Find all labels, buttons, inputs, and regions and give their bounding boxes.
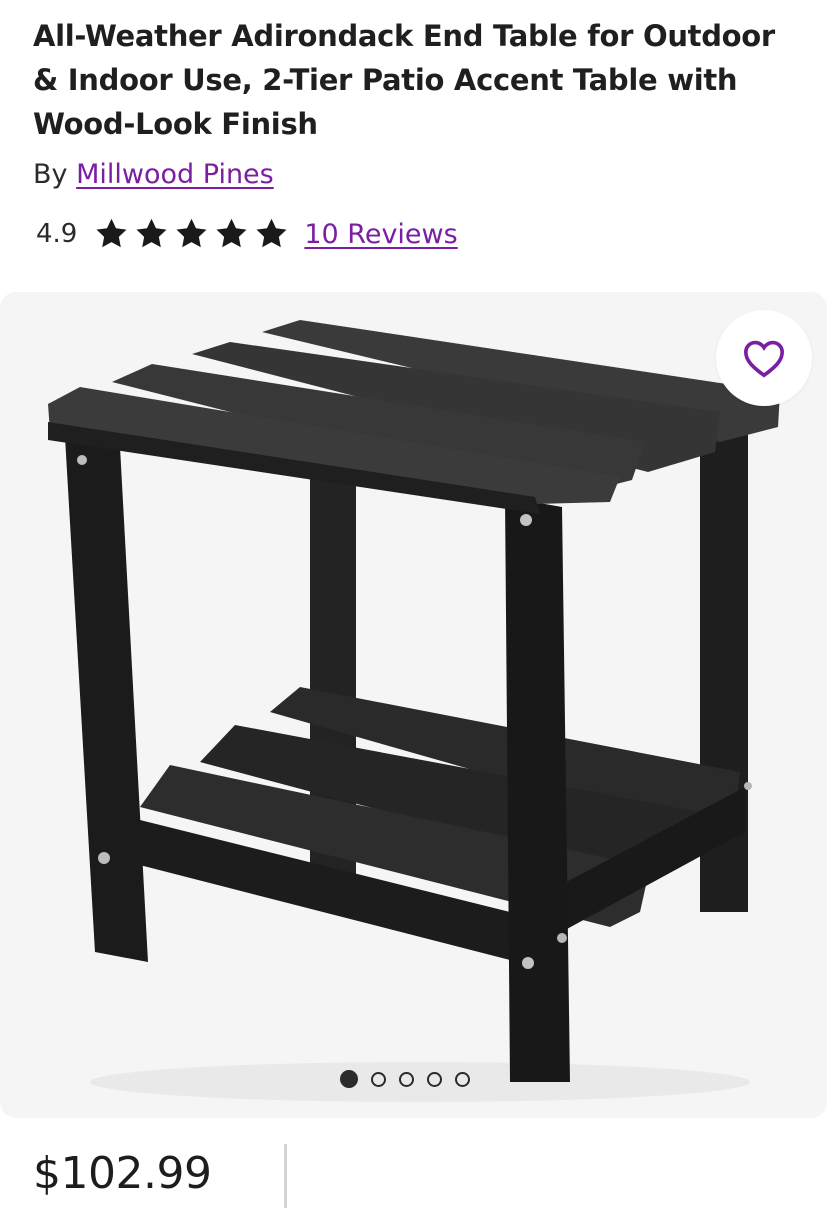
gallery-dot[interactable]	[371, 1071, 386, 1087]
rating-value: 4.9	[36, 219, 78, 249]
gallery-dot[interactable]	[399, 1071, 414, 1087]
heart-outline-icon	[743, 340, 785, 378]
product-image-gallery[interactable]	[0, 292, 827, 1118]
gallery-pagination	[340, 1070, 470, 1088]
by-label: By	[33, 159, 68, 190]
star-icon	[96, 218, 127, 248]
product-title: All-Weather Adirondack End Table for Out…	[33, 19, 775, 141]
star-icon	[216, 218, 247, 248]
price-divider	[284, 1144, 287, 1208]
gallery-dot[interactable]	[427, 1071, 442, 1087]
product-image	[48, 320, 780, 1102]
star-icon	[256, 218, 287, 248]
product-price: $102.99	[33, 1148, 212, 1199]
star-icon	[176, 218, 207, 248]
brand-link[interactable]: Millwood Pines	[76, 159, 274, 190]
star-rating	[93, 216, 290, 252]
favorite-button[interactable]	[716, 310, 812, 406]
gallery-dot[interactable]	[340, 1070, 358, 1088]
rating-row: 4.9 10 Reviews	[36, 212, 458, 256]
reviews-link[interactable]: 10 Reviews	[304, 219, 457, 250]
star-icon	[136, 218, 167, 248]
gallery-dot[interactable]	[455, 1071, 470, 1087]
brand-line: By Millwood Pines	[33, 158, 274, 192]
